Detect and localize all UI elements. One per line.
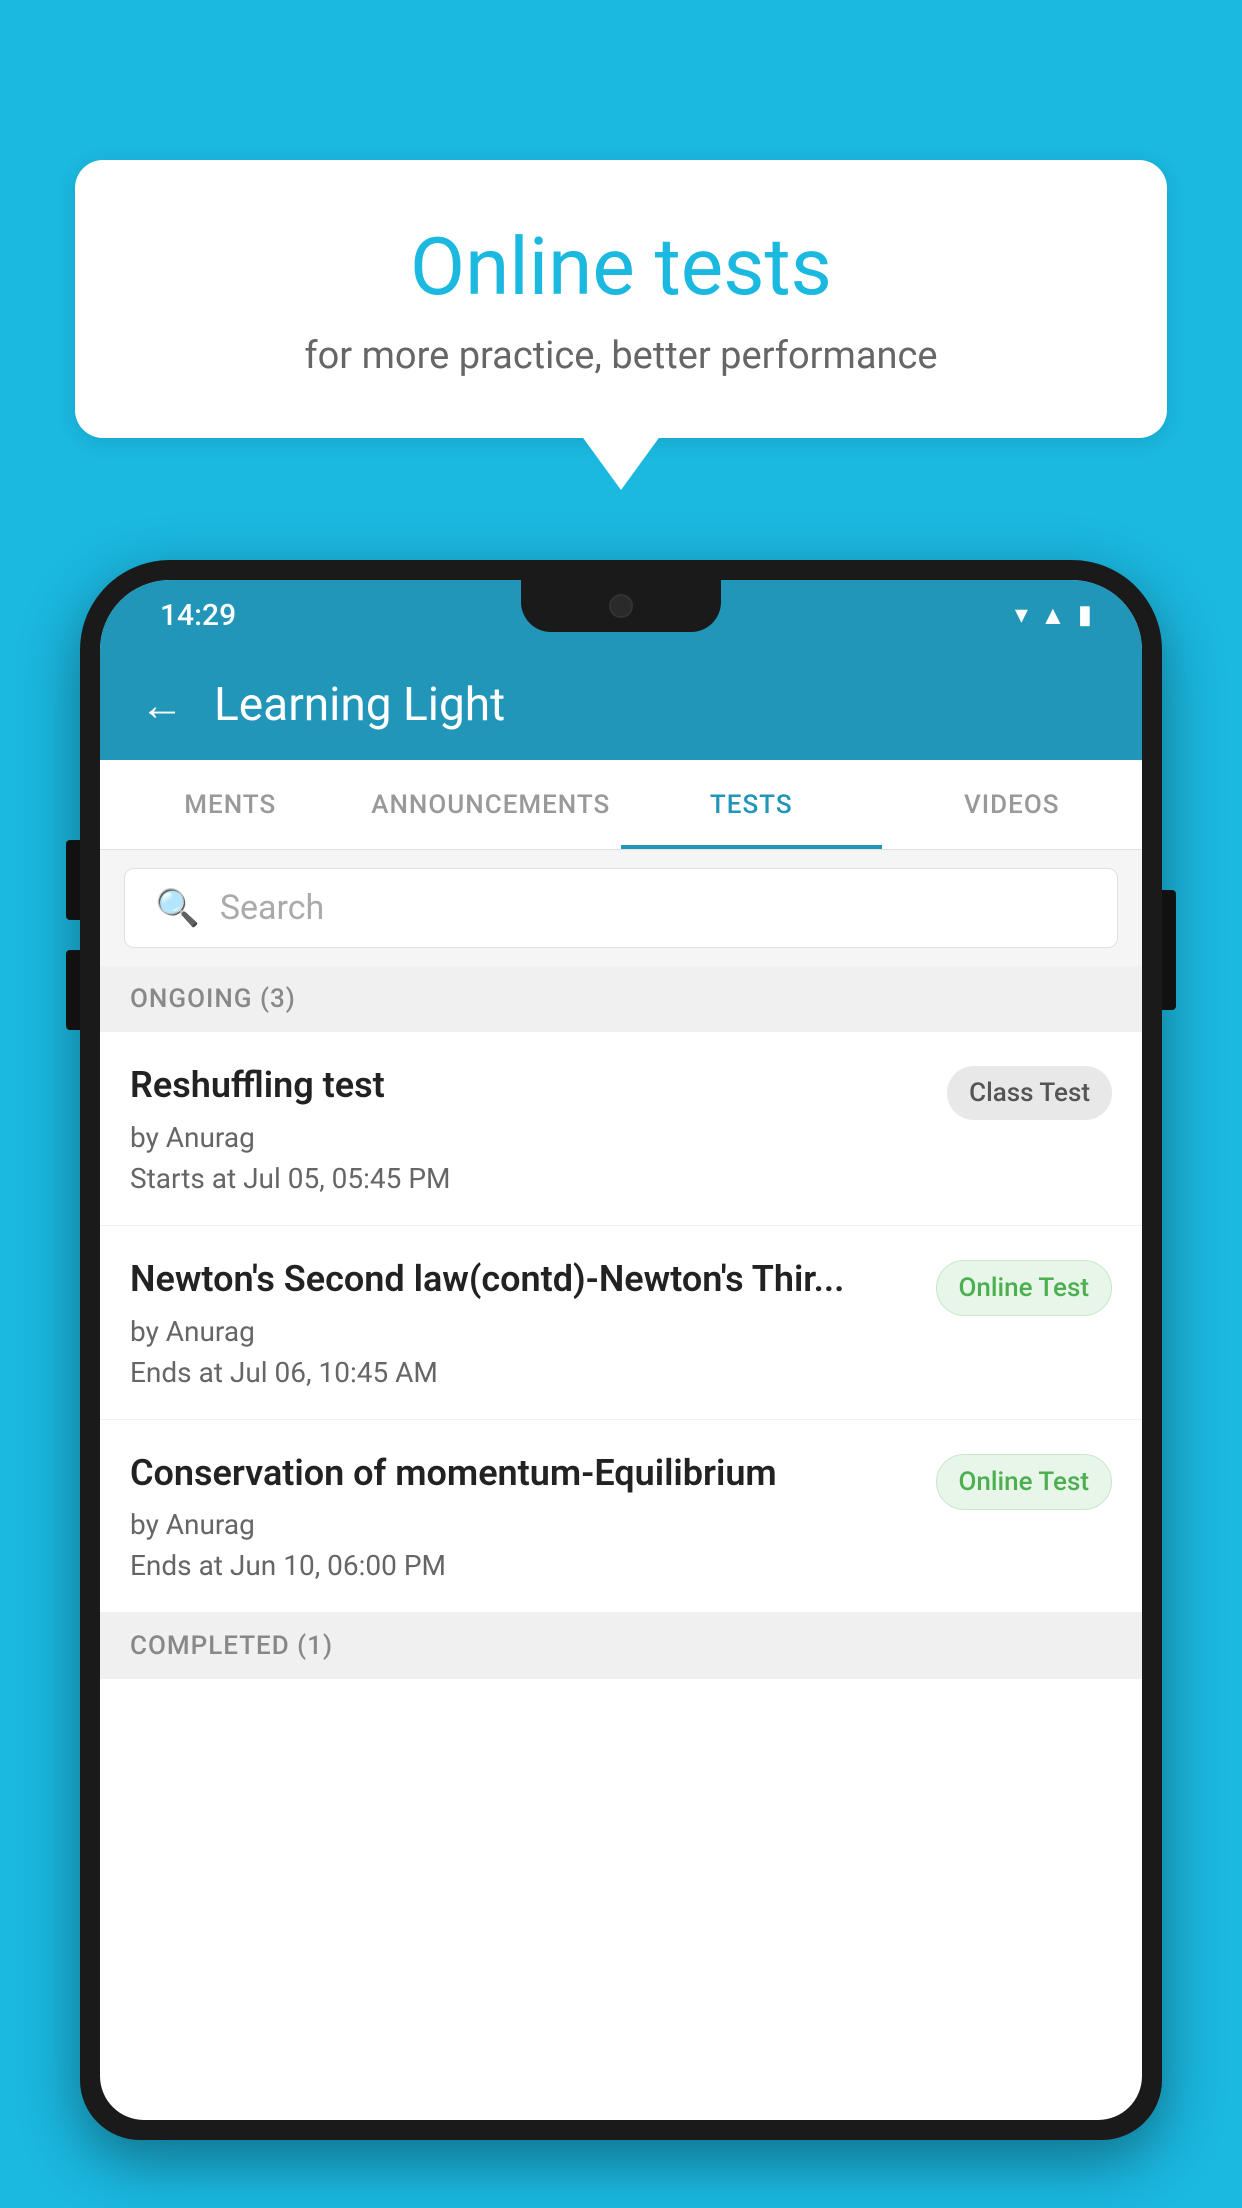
phone-outer: 14:29 ▾ ▲ ▮ ← Learning Light MENTS [80, 560, 1162, 2140]
app-bar: ← Learning Light [100, 650, 1142, 760]
status-time: 14:29 [160, 598, 236, 633]
search-icon: 🔍 [155, 887, 200, 929]
test-item-3[interactable]: Conservation of momentum-Equilibrium by … [100, 1420, 1142, 1614]
ongoing-section-header: ONGOING (3) [100, 966, 1142, 1032]
test-time-1: Starts at Jul 05, 05:45 PM [130, 1162, 927, 1195]
back-button[interactable]: ← [140, 679, 184, 731]
wifi-icon: ▾ [1015, 600, 1028, 630]
tab-announcements[interactable]: ANNOUNCEMENTS [361, 760, 622, 849]
test-time-3: Ends at Jun 10, 06:00 PM [130, 1549, 916, 1582]
test-info-3: Conservation of momentum-Equilibrium by … [130, 1450, 916, 1583]
bubble-title: Online tests [155, 220, 1087, 314]
test-item-2[interactable]: Newton's Second law(contd)-Newton's Thir… [100, 1226, 1142, 1420]
search-container: 🔍 Search [100, 850, 1142, 966]
volume-down-button [66, 950, 80, 1030]
test-badge-1: Class Test [947, 1066, 1112, 1120]
status-icons: ▾ ▲ ▮ [1015, 600, 1092, 631]
app-bar-title: Learning Light [214, 678, 505, 732]
front-camera [609, 594, 633, 618]
bubble-subtitle: for more practice, better performance [155, 334, 1087, 378]
test-author-2: by Anurag [130, 1315, 916, 1348]
completed-section-header: COMPLETED (1) [100, 1613, 1142, 1679]
tabs-container: MENTS ANNOUNCEMENTS TESTS VIDEOS [100, 760, 1142, 850]
test-info-1: Reshuffling test by Anurag Starts at Jul… [130, 1062, 927, 1195]
test-author-3: by Anurag [130, 1508, 916, 1541]
tab-ments[interactable]: MENTS [100, 760, 361, 849]
power-button [1162, 890, 1176, 1010]
test-badge-3: Online Test [936, 1454, 1113, 1510]
search-bar[interactable]: 🔍 Search [124, 868, 1118, 948]
phone-mockup: 14:29 ▾ ▲ ▮ ← Learning Light MENTS [80, 560, 1162, 2208]
test-item-1[interactable]: Reshuffling test by Anurag Starts at Jul… [100, 1032, 1142, 1226]
tab-videos[interactable]: VIDEOS [882, 760, 1143, 849]
search-placeholder-text: Search [220, 888, 324, 928]
test-list: Reshuffling test by Anurag Starts at Jul… [100, 1032, 1142, 1613]
test-name-1: Reshuffling test [130, 1062, 927, 1109]
speech-bubble: Online tests for more practice, better p… [75, 160, 1167, 438]
test-name-3: Conservation of momentum-Equilibrium [130, 1450, 916, 1497]
phone-content: MENTS ANNOUNCEMENTS TESTS VIDEOS 🔍 [100, 760, 1142, 2120]
volume-up-button [66, 840, 80, 920]
test-author-1: by Anurag [130, 1121, 927, 1154]
battery-icon: ▮ [1078, 600, 1092, 630]
test-time-2: Ends at Jul 06, 10:45 AM [130, 1356, 916, 1389]
test-name-2: Newton's Second law(contd)-Newton's Thir… [130, 1256, 916, 1303]
test-badge-2: Online Test [936, 1260, 1113, 1316]
phone-screen: 14:29 ▾ ▲ ▮ ← Learning Light MENTS [100, 580, 1142, 2120]
tab-tests[interactable]: TESTS [621, 760, 882, 849]
phone-notch [521, 580, 721, 632]
test-info-2: Newton's Second law(contd)-Newton's Thir… [130, 1256, 916, 1389]
signal-icon: ▲ [1040, 600, 1066, 631]
